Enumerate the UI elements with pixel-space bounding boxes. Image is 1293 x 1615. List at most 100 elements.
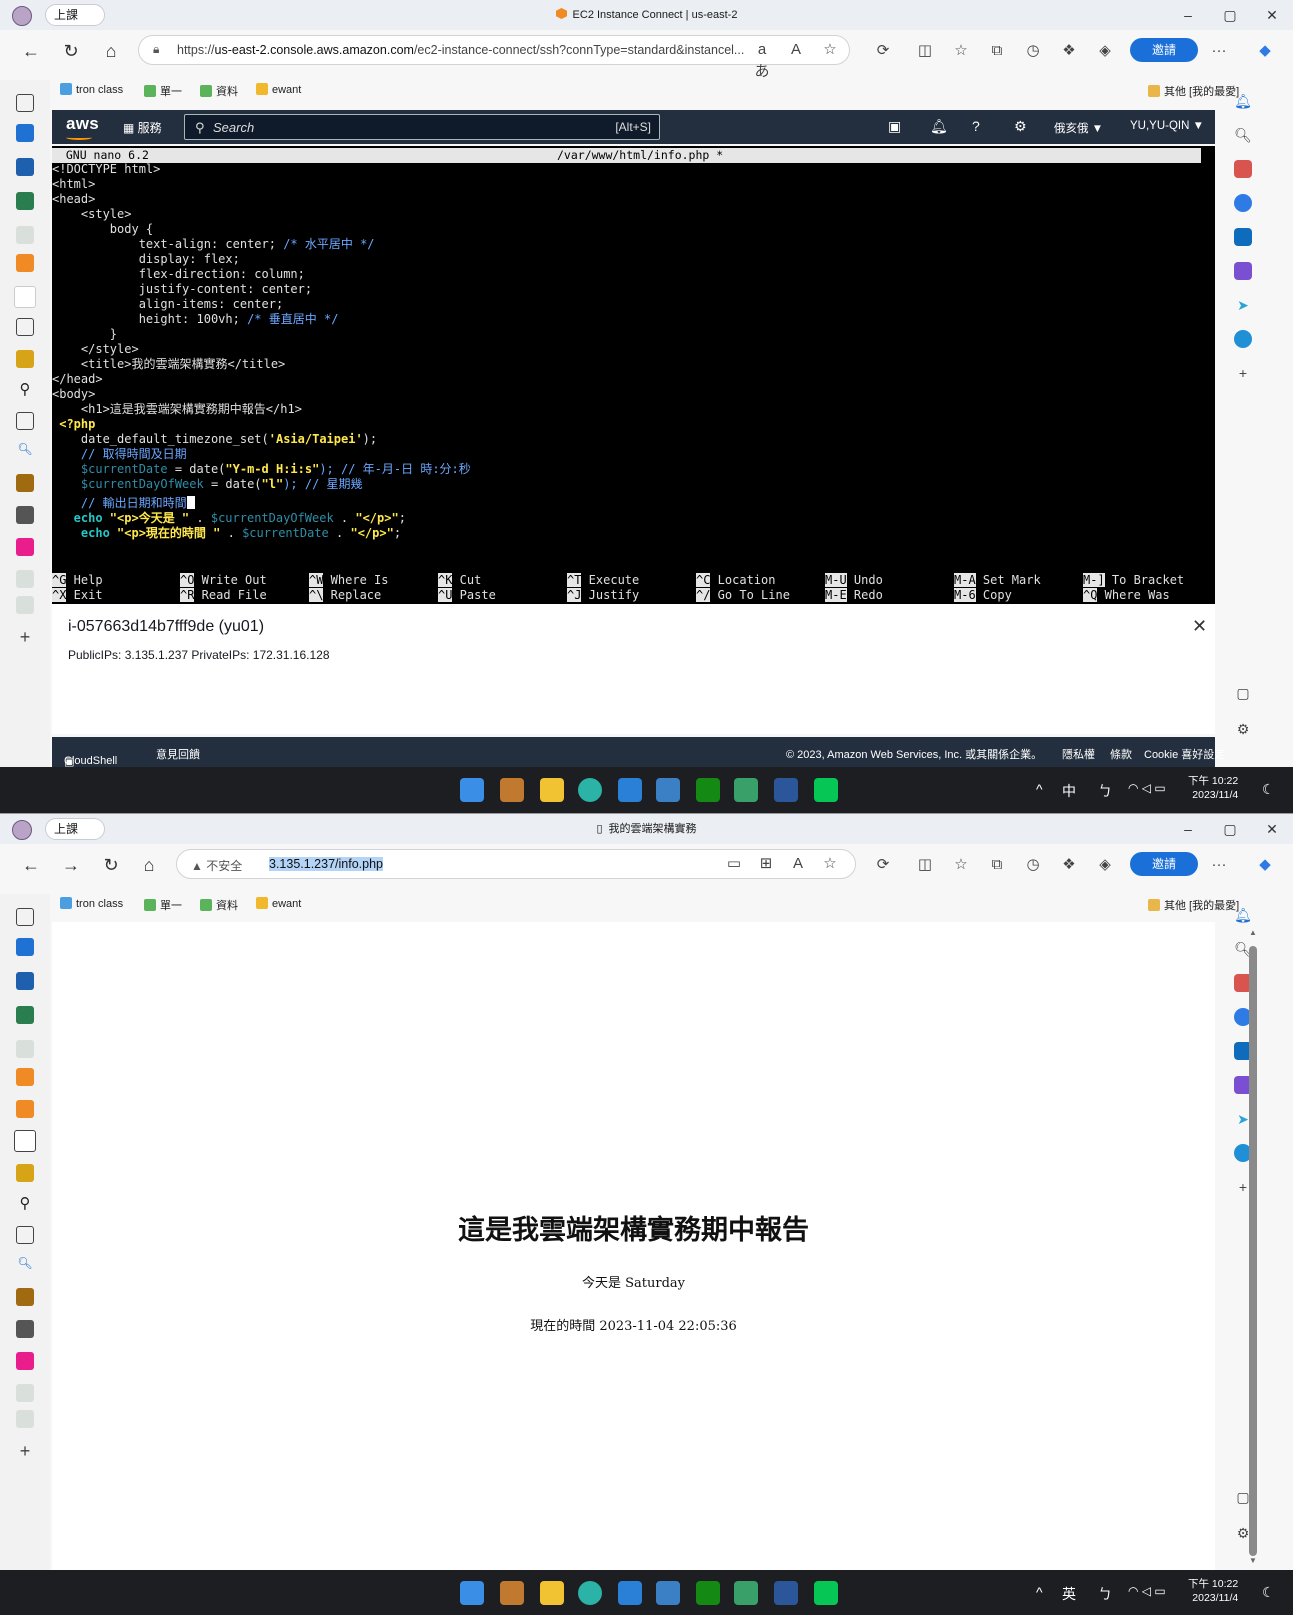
search-tab-icon[interactable]: 🔍︎ [16, 442, 34, 460]
vscode-icon[interactable] [618, 1581, 642, 1605]
tab-icon[interactable] [16, 226, 34, 244]
edge-browser-icon[interactable] [578, 1581, 602, 1605]
chatgpt-icon[interactable] [734, 778, 758, 802]
outlook-icon[interactable] [1234, 228, 1252, 246]
back-arrow-icon[interactable]: ← [18, 38, 44, 64]
forward-arrow-icon[interactable]: → [58, 852, 84, 878]
url-text[interactable]: https://us-east-2.console.aws.amazon.com… [177, 43, 744, 57]
page-tab-icon[interactable] [16, 318, 34, 336]
bookmark-data[interactable]: 資料 [200, 897, 238, 913]
browser-essentials-icon[interactable]: ⟳ [872, 40, 894, 62]
media-tab-icon[interactable] [16, 538, 34, 556]
show-hidden-icons[interactable]: ^ [1036, 1584, 1043, 1600]
insecure-warning[interactable]: ▲ 不安全 [191, 857, 242, 874]
copilot-icon[interactable]: ◆ [1254, 854, 1276, 876]
app-icon[interactable] [656, 1581, 680, 1605]
tab-icon[interactable] [16, 254, 34, 272]
notifications-bell-icon[interactable]: 🔔︎ [930, 118, 948, 135]
device-icon[interactable]: ▭ [723, 853, 745, 875]
tab-view-icon[interactable] [16, 94, 34, 112]
close-window-button[interactable]: ✕ [1252, 0, 1292, 30]
text-size-icon[interactable]: A [785, 39, 807, 61]
scroll-down-arrow-icon[interactable]: ▼ [1249, 1556, 1257, 1565]
copilot-icon[interactable]: ◆ [1254, 40, 1276, 62]
profile-avatar[interactable] [12, 6, 32, 26]
designer-icon[interactable] [1234, 262, 1252, 280]
sidebar-toggle-icon[interactable]: ▢ [1234, 684, 1252, 702]
vertical-scrollbar[interactable]: ▲ ▼ [1246, 928, 1260, 1568]
vscode-icon[interactable] [618, 778, 642, 802]
active-page-tab-icon[interactable] [14, 1130, 36, 1152]
read-aloud-icon[interactable]: aあ [751, 39, 773, 80]
notification-icon[interactable]: ☾ [1262, 1584, 1275, 1601]
ime-mode[interactable]: 英 [1062, 1584, 1076, 1604]
split-screen-icon[interactable]: ◫ [914, 854, 936, 876]
new-tab-plus-icon[interactable]: + [16, 628, 34, 646]
invite-button[interactable]: 邀請 [1130, 38, 1198, 62]
favorites-icon[interactable]: ☆ [950, 40, 972, 62]
favorites-icon[interactable]: ☆ [950, 854, 972, 876]
minimize-button[interactable]: – [1168, 0, 1208, 30]
maximize-button[interactable]: ▢ [1210, 814, 1250, 844]
performance-icon[interactable]: ◈ [1094, 40, 1116, 62]
media-tab-icon[interactable] [16, 506, 34, 524]
notification-icon[interactable]: ☾ [1262, 781, 1275, 798]
scrollbar-thumb[interactable] [1249, 946, 1257, 1556]
profile-avatar[interactable] [12, 820, 32, 840]
back-arrow-icon[interactable]: ← [18, 852, 44, 878]
bookmark-data[interactable]: 資料 [200, 83, 238, 99]
taskbar-clock[interactable]: 下午 10:22 2023/11/4 [1188, 1577, 1238, 1605]
shopping-icon[interactable] [1234, 160, 1252, 178]
sheet-tab-icon[interactable] [16, 1006, 34, 1024]
tab-actions-button[interactable]: 上課 [45, 4, 105, 26]
close-panel-icon[interactable]: ✕ [1192, 616, 1207, 637]
tab-icon[interactable] [16, 1384, 34, 1402]
tab-actions-button[interactable]: 上課 [45, 818, 105, 840]
media-tab-icon[interactable] [16, 124, 34, 142]
cookie-preferences-link[interactable]: Cookie 喜好設定 [1144, 746, 1225, 762]
ssh-terminal[interactable]: GNU nano 6.2/var/www/html/info.php * <!D… [52, 146, 1215, 604]
wifi-icon[interactable]: ◠ ◁ ▭ [1128, 781, 1166, 795]
tab-icon[interactable] [16, 1164, 34, 1182]
windows-start-icon[interactable] [460, 778, 484, 802]
bookmark-tron-class[interactable]: tron class [60, 897, 123, 910]
media-tab-icon[interactable] [16, 1320, 34, 1338]
extension-icon[interactable]: ❖ [1058, 854, 1080, 876]
bookmark-ewant[interactable]: ewant [256, 897, 301, 910]
favorite-star-icon[interactable]: ☆ [819, 39, 841, 61]
app-icon[interactable] [500, 778, 524, 802]
tab-icon[interactable] [16, 1040, 34, 1058]
chatgpt-icon[interactable] [734, 1581, 758, 1605]
new-tab-plus-icon[interactable]: + [16, 1442, 34, 1460]
url-field[interactable]: 🔒︎ https://us-east-2.console.aws.amazon.… [138, 35, 850, 80]
url-text[interactable]: 3.135.1.237/info.php [269, 857, 383, 871]
more-menu-icon[interactable]: ··· [1208, 40, 1230, 62]
feedback-link[interactable]: 意見回饋 [156, 746, 200, 762]
tab-icon[interactable] [16, 596, 34, 614]
tab-icon[interactable] [16, 570, 34, 588]
edge-browser-icon[interactable] [578, 778, 602, 802]
xbox-icon[interactable] [696, 1581, 720, 1605]
show-hidden-icons[interactable]: ^ [1036, 781, 1043, 797]
scroll-up-arrow-icon[interactable]: ▲ [1249, 928, 1257, 937]
url-field[interactable]: ▲ 不安全 3.135.1.237/info.php ▭ ⊞ A ☆ [176, 849, 856, 879]
line-icon[interactable] [814, 778, 838, 802]
sheet-tab-icon[interactable] [16, 192, 34, 210]
collections-icon[interactable]: ⧉ [986, 40, 1008, 62]
media-tab-icon[interactable] [16, 1288, 34, 1306]
text-size-icon[interactable]: A [787, 853, 809, 875]
cloudshell-icon[interactable]: ▣ [888, 118, 901, 135]
account-menu[interactable]: YU,YU-QIN ▼ [1130, 120, 1204, 132]
split-screen-icon[interactable]: ◫ [914, 40, 936, 62]
bookmark-tron-class[interactable]: tron class [60, 83, 123, 96]
windows-start-icon[interactable] [460, 1581, 484, 1605]
refresh-icon[interactable]: ↻ [98, 852, 124, 878]
tab-icon[interactable] [16, 1068, 34, 1086]
performance-icon[interactable]: ◈ [1094, 854, 1116, 876]
copilot-icon[interactable] [1234, 194, 1252, 212]
invite-button[interactable]: 邀請 [1130, 852, 1198, 876]
aws-tab-icon[interactable] [16, 1100, 34, 1118]
notification-bell-icon[interactable]: 🔔︎ [1234, 92, 1252, 110]
history-icon[interactable]: ◷ [1022, 40, 1044, 62]
media-tab-icon[interactable] [16, 474, 34, 492]
